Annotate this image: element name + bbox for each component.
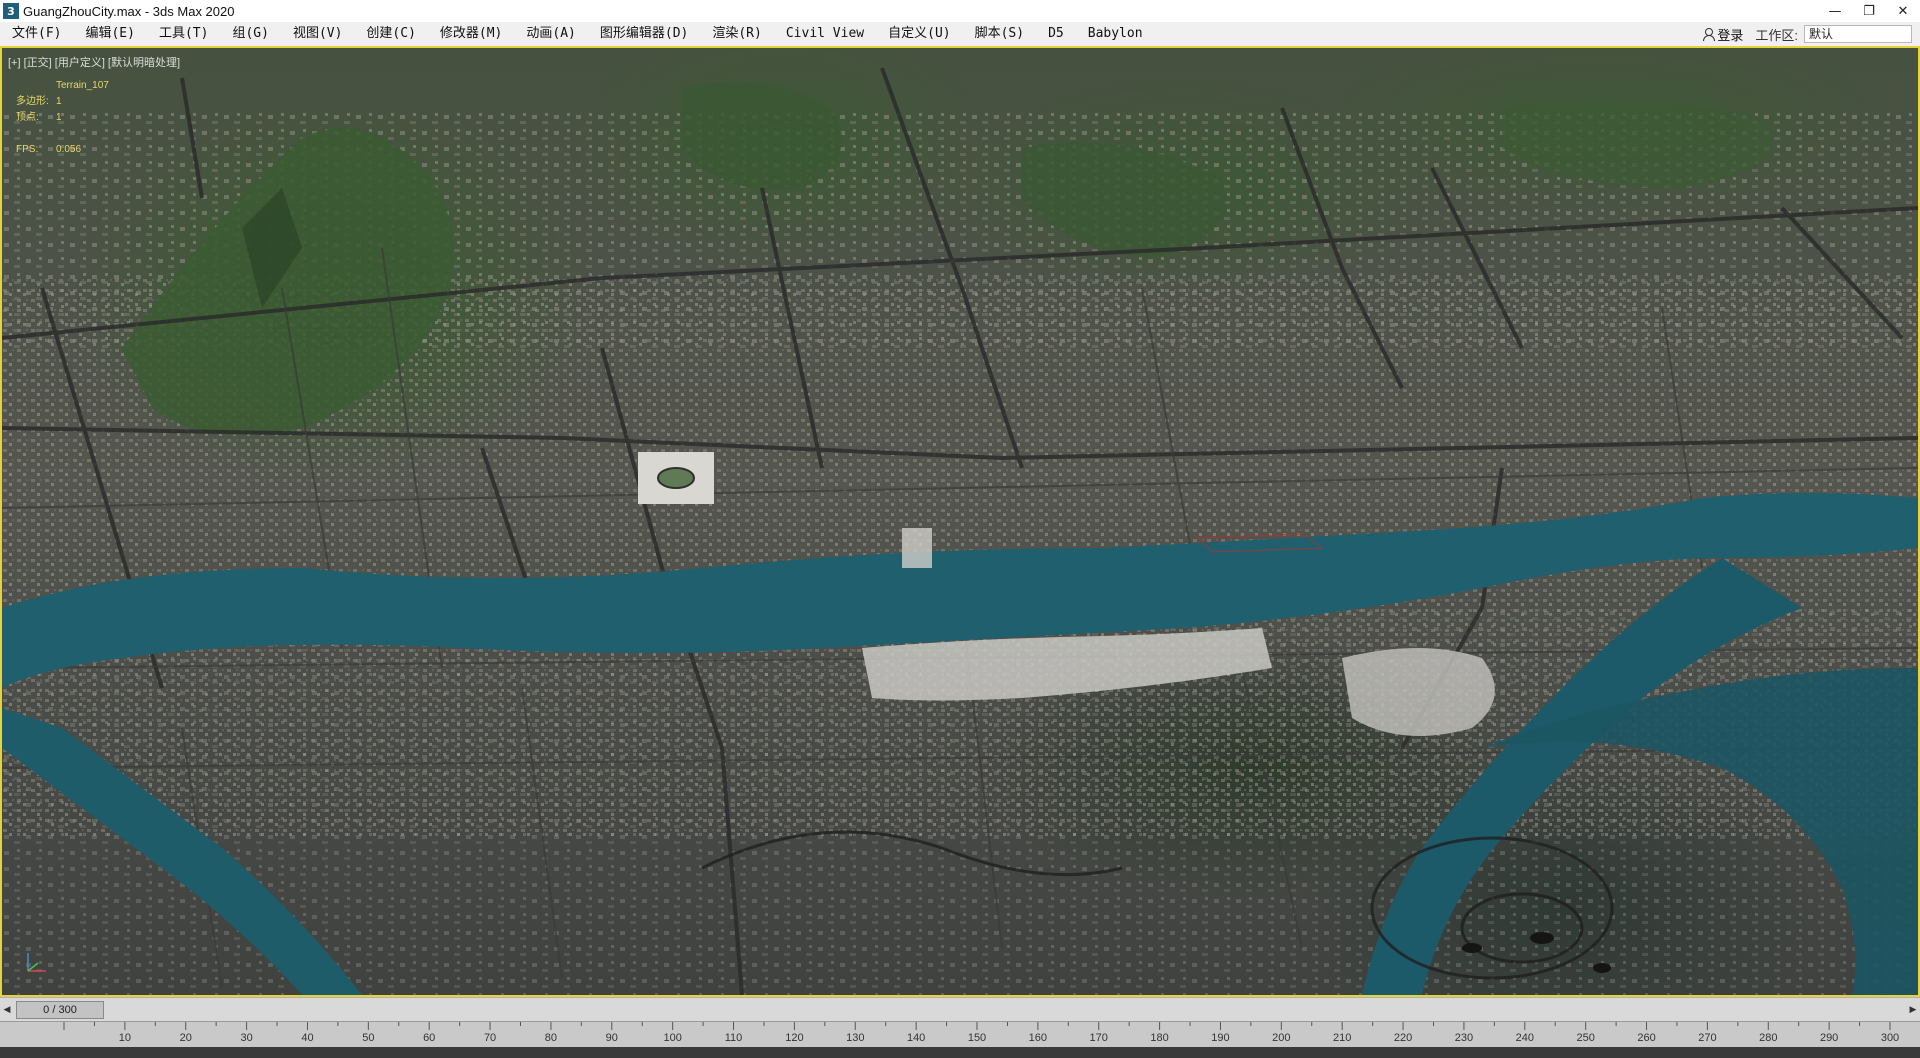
- time-slider-thumb[interactable]: 0 / 300: [16, 1000, 104, 1019]
- ruler-tick-label: 230: [1454, 1032, 1474, 1044]
- ruler-tick-label: 140: [906, 1032, 926, 1044]
- menu-rendering[interactable]: 渲染(R): [700, 22, 773, 46]
- stats-vertices-row: 顶点: 1: [16, 110, 109, 126]
- viewport-label[interactable]: [+] [正交] [用户定义] [默认明暗处理]: [8, 54, 180, 70]
- menu-scripting[interactable]: 脚本(S): [963, 22, 1036, 46]
- ruler-tick-label: 60: [423, 1032, 436, 1044]
- ruler-tick-label: 130: [846, 1032, 865, 1044]
- stats-polygons-label: 多边形:: [16, 96, 49, 107]
- ruler-tick-label: 240: [1515, 1032, 1534, 1044]
- menu-customize[interactable]: 自定义(U): [876, 22, 962, 46]
- stadium: [657, 467, 695, 489]
- stats-fps-label: FPS:: [16, 144, 39, 155]
- workspace-select[interactable]: 默认: [1804, 25, 1912, 43]
- menubar-right-area: 登录 工作区: 默认: [1696, 22, 1920, 46]
- stats-object-row: Terrain_107: [16, 78, 109, 94]
- menu-group[interactable]: 组(G): [220, 22, 280, 46]
- stats-object: Terrain_107: [56, 80, 109, 91]
- stats-vertices-value: 1: [56, 112, 62, 123]
- menu-edit[interactable]: 编辑(E): [73, 22, 146, 46]
- ruler-tick-label: 160: [1028, 1032, 1048, 1044]
- viewport-statistics: Terrain_107 多边形: 1 顶点: 1 FPS: 0.056: [16, 78, 109, 158]
- chevron-left-icon[interactable]: ◀: [0, 999, 14, 1021]
- ruler-tick-label: 280: [1759, 1032, 1778, 1044]
- window-controls: — ❐ ✕: [1818, 0, 1920, 22]
- axis-tripod-icon: [27, 953, 46, 972]
- login-button[interactable]: 登录: [1696, 25, 1749, 44]
- ruler-tick-label: 20: [179, 1032, 192, 1044]
- close-button[interactable]: ✕: [1886, 0, 1920, 22]
- ruler-tick-label: 110: [724, 1032, 743, 1044]
- ruler-tick-label: 190: [1211, 1032, 1230, 1044]
- perspective-viewport[interactable]: [+] [正交] [用户定义] [默认明暗处理] Terrain_107 多边形…: [0, 46, 1920, 997]
- menu-file[interactable]: 文件(F): [0, 22, 73, 46]
- ruler-tick-label: 40: [301, 1032, 314, 1044]
- title-bar: 3 GuangZhouCity.max - 3ds Max 2020 — ❐ ✕: [0, 0, 1920, 22]
- menu-civil-view[interactable]: Civil View: [774, 22, 876, 46]
- menu-animation[interactable]: 动画(A): [514, 22, 587, 46]
- ruler-tick-label: 30: [240, 1032, 253, 1044]
- menu-views[interactable]: 视图(V): [281, 22, 354, 46]
- ruler-tick-label: 100: [663, 1032, 682, 1044]
- chevron-right-icon[interactable]: ▶: [1906, 999, 1920, 1021]
- ruler-tick-label: 10: [118, 1032, 131, 1044]
- menu-babylon[interactable]: Babylon: [1076, 22, 1155, 46]
- stats-fps-value: 0.056: [56, 144, 82, 155]
- stats-polygons-value: 1: [56, 96, 62, 107]
- stats-fps-row: FPS: 0.056: [16, 142, 109, 158]
- minimize-button[interactable]: —: [1818, 0, 1852, 22]
- tianhe-block: [902, 528, 932, 568]
- ruler-tick-label: 70: [483, 1032, 497, 1044]
- ruler-tick-label: 80: [544, 1032, 558, 1044]
- ruler-tick-label: 210: [1333, 1032, 1352, 1044]
- ruler-tick-label: 250: [1576, 1032, 1595, 1044]
- stats-polygons-row: 多边形: 1: [16, 94, 109, 110]
- ruler-tick-label: 270: [1698, 1032, 1717, 1044]
- menu-bar: 文件(F) 编辑(E) 工具(T) 组(G) 视图(V) 创建(C) 修改器(M…: [0, 22, 1920, 46]
- time-slider-bar: ◀ 0 / 300 ▶: [0, 997, 1920, 1021]
- menu-create[interactable]: 创建(C): [354, 22, 427, 46]
- ruler-tick-label: 290: [1819, 1032, 1839, 1044]
- ruler-tick-label: 220: [1393, 1032, 1413, 1044]
- window-title: GuangZhouCity.max - 3ds Max 2020: [23, 3, 235, 19]
- ruler-tick-label: 90: [605, 1032, 618, 1044]
- ruler-tick-label: 170: [1089, 1032, 1108, 1044]
- ruler-tick-label: 200: [1272, 1032, 1291, 1044]
- ruler-tick-label: 120: [785, 1032, 804, 1044]
- app-logo-icon: 3: [3, 3, 19, 19]
- menu-tools[interactable]: 工具(T): [147, 22, 220, 46]
- login-label: 登录: [1717, 27, 1744, 43]
- menu-modifiers[interactable]: 修改器(M): [428, 22, 514, 46]
- track-bar-ticks: [63, 1022, 1891, 1030]
- menu-graph-editors[interactable]: 图形编辑器(D): [588, 22, 700, 46]
- city-scene: [2, 67, 1918, 995]
- restore-button[interactable]: ❐: [1852, 0, 1886, 22]
- ruler-tick-label: 260: [1637, 1032, 1656, 1044]
- pazhou-exhibition: [1342, 648, 1495, 736]
- stats-vertices-label: 顶点:: [16, 112, 39, 123]
- ruler-tick-label: 300: [1880, 1032, 1900, 1044]
- menu-d5[interactable]: D5: [1036, 22, 1076, 46]
- user-icon: [1702, 28, 1716, 41]
- ruler-tick-label: 150: [967, 1032, 987, 1044]
- time-slider-track[interactable]: 0 / 300: [14, 1000, 1906, 1019]
- workspace-label: 工作区:: [1755, 27, 1798, 43]
- ruler-tick-label: 180: [1150, 1032, 1169, 1044]
- ruler-tick-label: 50: [362, 1032, 375, 1044]
- status-bar: [0, 1047, 1920, 1058]
- track-bar[interactable]: 10 20 30 40 50 60 70 80 90 100 110 120 130 140 150 160 1…: [0, 1021, 1920, 1047]
